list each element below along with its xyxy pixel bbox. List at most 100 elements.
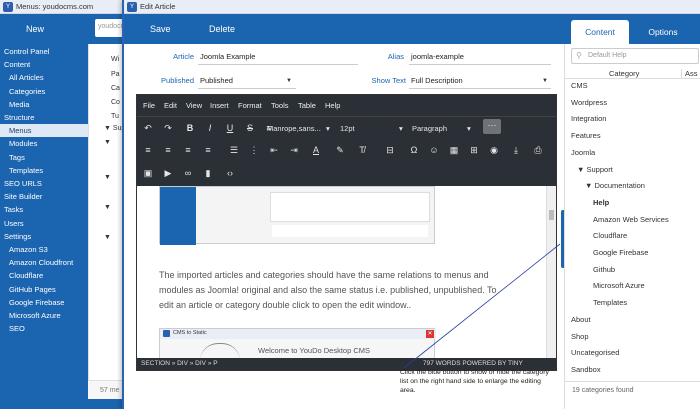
undo-icon[interactable]: ↶: [141, 121, 155, 135]
delete-button[interactable]: Delete: [209, 14, 235, 44]
menu-insert[interactable]: Insert: [210, 101, 229, 110]
sidebar-item-media[interactable]: Media: [0, 98, 88, 111]
element-path[interactable]: SECTION » DIV » DIV » P: [141, 360, 218, 367]
code-sample-icon[interactable]: ⊞: [467, 143, 481, 157]
category-item[interactable]: Templates: [593, 298, 627, 307]
col-assoc[interactable]: Ass: [681, 69, 698, 78]
italic-icon[interactable]: I: [203, 121, 217, 135]
source-code-icon[interactable]: ‹›: [223, 166, 237, 180]
category-item[interactable]: Shop: [571, 332, 589, 341]
sidebar-item-settings[interactable]: Settings: [0, 230, 88, 243]
sidebar-item-amazon-s3[interactable]: Amazon S3: [0, 243, 88, 256]
save-button[interactable]: Save: [150, 14, 171, 44]
sidebar-item-menus[interactable]: Menus: [0, 124, 88, 138]
chevron-down-icon[interactable]: ▼: [542, 78, 548, 84]
chevron-down-icon[interactable]: ▼: [286, 78, 292, 84]
sidebar-item-modules[interactable]: Modules: [0, 137, 88, 150]
category-item[interactable]: Google Firebase: [593, 248, 648, 257]
sidebar-item-structure[interactable]: Structure: [0, 111, 88, 124]
image-icon[interactable]: ▣: [141, 166, 155, 180]
bookmark-icon[interactable]: ▮: [201, 166, 215, 180]
redo-icon[interactable]: ↷: [161, 121, 175, 135]
col-category[interactable]: Category: [609, 69, 639, 78]
sidebar-item-github-pages[interactable]: GitHub Pages: [0, 283, 88, 296]
list-item[interactable]: ▼: [104, 204, 111, 211]
show-text-select[interactable]: Full Description: [411, 76, 463, 85]
menu-table[interactable]: Table: [298, 101, 316, 110]
text-color-icon[interactable]: A: [309, 143, 323, 157]
sidebar-item-content[interactable]: Content: [0, 58, 88, 71]
align-center-icon[interactable]: ≡: [161, 143, 175, 157]
sidebar-item-cloudflare[interactable]: Cloudflare: [0, 269, 88, 282]
chevron-down-icon[interactable]: ▾: [326, 124, 330, 133]
sidebar-item-google-firebase[interactable]: Google Firebase: [0, 296, 88, 309]
download-icon[interactable]: ⤓: [509, 143, 523, 157]
highlight-icon[interactable]: ✎: [333, 143, 347, 157]
sidebar-item-users[interactable]: Users: [0, 217, 88, 230]
sidebar-item-seo[interactable]: SEO: [0, 322, 88, 335]
category-search-input[interactable]: ⚲ Default Help: [571, 48, 699, 64]
category-item[interactable]: ▼ Documentation: [585, 181, 645, 190]
list-item[interactable]: Pa: [111, 71, 120, 78]
category-item[interactable]: Integration: [571, 114, 606, 123]
alias-input[interactable]: joomla-example: [411, 52, 464, 61]
sidebar-item-control-panel[interactable]: Control Panel: [0, 45, 88, 58]
clear-format-icon[interactable]: T̸: [355, 143, 369, 157]
print-icon[interactable]: ⎙: [531, 143, 545, 157]
published-select[interactable]: Published: [200, 76, 233, 85]
list-item[interactable]: ▼: [104, 174, 111, 181]
list-item[interactable]: Wi: [111, 56, 119, 63]
bold-icon[interactable]: B: [183, 121, 197, 135]
special-char-icon[interactable]: Ω: [407, 143, 421, 157]
background-search-input[interactable]: youdocms: [95, 19, 125, 37]
list-item[interactable]: Tu: [111, 113, 119, 120]
numbered-list-icon[interactable]: ⋮: [247, 143, 261, 157]
tab-options[interactable]: Options: [632, 20, 694, 44]
sidebar-item-amazon-cloudfront[interactable]: Amazon Cloudfront: [0, 256, 88, 269]
tab-content[interactable]: Content: [571, 20, 629, 44]
category-item[interactable]: Wordpress: [571, 98, 607, 107]
list-item[interactable]: Co: [111, 99, 120, 106]
block-format-select[interactable]: Paragraph: [412, 124, 447, 133]
menu-edit[interactable]: Edit: [164, 101, 177, 110]
category-item[interactable]: CMS: [571, 81, 588, 90]
sidebar-item-seo-urls[interactable]: SEO URLS: [0, 177, 88, 190]
category-item[interactable]: Microsoft Azure: [593, 281, 645, 290]
sidebar-item-categories[interactable]: Categories: [0, 85, 88, 98]
sidebar-item-microsoft-azure[interactable]: Microsoft Azure: [0, 309, 88, 322]
list-item[interactable]: ▼: [104, 234, 111, 241]
emoji-icon[interactable]: ☺: [427, 143, 441, 157]
sidebar-item-templates[interactable]: Templates: [0, 164, 88, 177]
bullet-list-icon[interactable]: ☰: [227, 143, 241, 157]
more-toolbar-button[interactable]: ···: [483, 119, 501, 134]
sidebar-item-site-builder[interactable]: Site Builder: [0, 190, 88, 203]
preview-icon[interactable]: ◉: [487, 143, 501, 157]
category-item[interactable]: ▼ Support: [577, 165, 613, 174]
underline-icon[interactable]: U: [223, 121, 237, 135]
sidebar-item-tasks[interactable]: Tasks: [0, 203, 88, 216]
media-icon[interactable]: ▦: [447, 143, 461, 157]
category-item[interactable]: Features: [571, 131, 601, 140]
strikethrough-icon[interactable]: S: [243, 121, 257, 135]
category-item[interactable]: About: [571, 315, 591, 324]
scrollbar-thumb[interactable]: [549, 210, 554, 220]
font-family-select[interactable]: Manrope,sans...: [267, 124, 321, 133]
chevron-down-icon[interactable]: ▾: [399, 124, 403, 133]
align-left-icon[interactable]: ≡: [141, 143, 155, 157]
category-item[interactable]: Help: [593, 198, 609, 207]
justify-icon[interactable]: ≡: [201, 143, 215, 157]
menu-view[interactable]: View: [186, 101, 202, 110]
new-button[interactable]: New: [0, 14, 70, 44]
font-size-select[interactable]: 12pt: [340, 124, 355, 133]
page-break-icon[interactable]: ⊟: [383, 143, 397, 157]
menu-tools[interactable]: Tools: [271, 101, 289, 110]
category-item[interactable]: Github: [593, 265, 615, 274]
menu-help[interactable]: Help: [325, 101, 340, 110]
indent-icon[interactable]: ⇥: [287, 143, 301, 157]
sidebar-item-all-articles[interactable]: All Articles: [0, 71, 88, 84]
sidebar-item-tags[interactable]: Tags: [0, 151, 88, 164]
menu-file[interactable]: File: [143, 101, 155, 110]
outdent-icon[interactable]: ⇤: [267, 143, 281, 157]
category-item[interactable]: Joomla: [571, 148, 595, 157]
video-icon[interactable]: ▶: [161, 166, 175, 180]
